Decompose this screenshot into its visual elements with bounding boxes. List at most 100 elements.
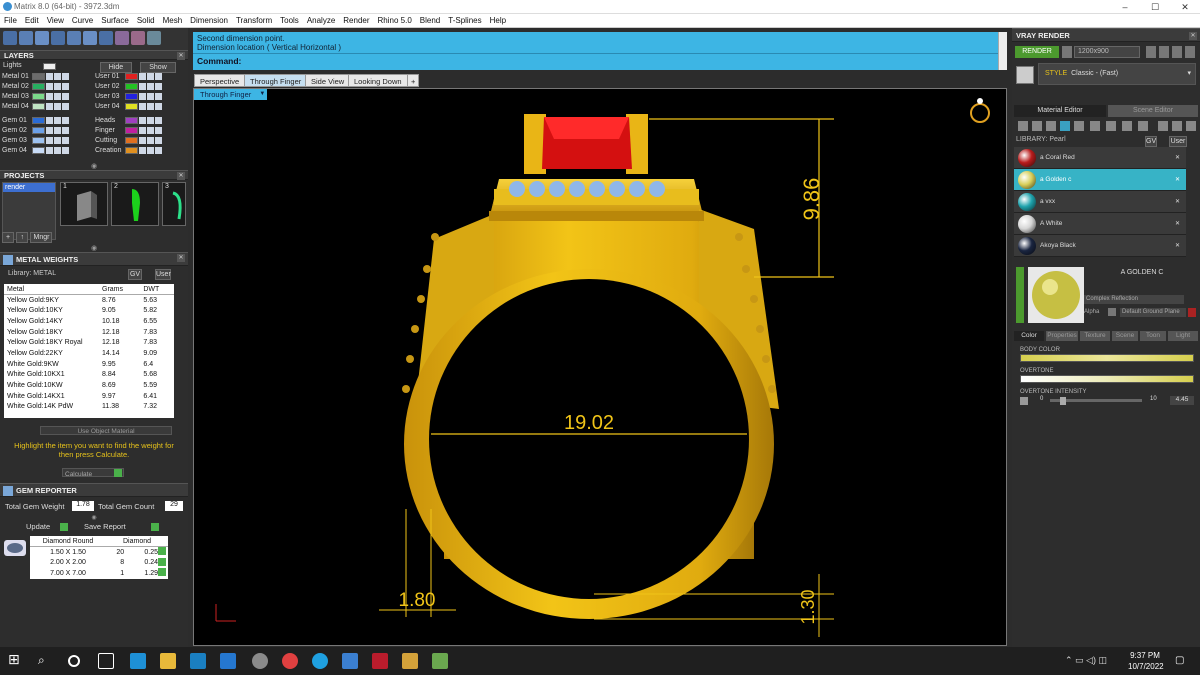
layer-row-user-03[interactable]: User 03 xyxy=(95,92,185,102)
visibility-icon[interactable] xyxy=(62,72,69,80)
layer-color-swatch[interactable] xyxy=(32,146,45,154)
layout-icon[interactable] xyxy=(1159,46,1169,58)
visibility-icon[interactable] xyxy=(155,92,162,100)
table-row[interactable]: White Gold:14K PdW 11.38 7.32 xyxy=(4,402,174,413)
table-row[interactable]: Yellow Gold:22KY 14.14 9.09 xyxy=(4,348,174,359)
lock-icon[interactable] xyxy=(46,102,53,110)
snap-tool-icon[interactable] xyxy=(19,31,33,45)
remove-material-icon[interactable]: ✕ xyxy=(1175,235,1180,257)
layer-row-metal-03[interactable]: Metal 03 xyxy=(2,92,92,102)
layer-color-swatch[interactable] xyxy=(125,82,138,90)
lock-icon[interactable] xyxy=(46,136,53,144)
close-icon[interactable]: ✕ xyxy=(177,172,185,180)
menu-help[interactable]: Help xyxy=(486,14,510,28)
checker-tool-icon[interactable] xyxy=(1106,121,1116,131)
complex-reflection-dropdown[interactable]: Complex Reflection xyxy=(1084,295,1184,304)
layer-color-swatch[interactable] xyxy=(125,136,138,144)
maximize-button[interactable]: ☐ xyxy=(1140,0,1170,14)
menu-rhino[interactable]: Rhino 5.0 xyxy=(374,14,416,28)
layer-row-metal-04[interactable]: Metal 04 xyxy=(2,102,92,112)
store-icon[interactable] xyxy=(190,653,206,669)
swatch-tool-icon[interactable] xyxy=(1138,121,1148,131)
tab-texture[interactable]: Texture xyxy=(1080,331,1110,341)
visibility-icon[interactable] xyxy=(155,82,162,90)
save-report-button[interactable]: Save Report xyxy=(84,522,126,531)
remove-material-icon[interactable]: ✕ xyxy=(1175,147,1180,169)
material-item[interactable]: a vxx ✕ xyxy=(1014,191,1186,213)
layer-row-gem-03[interactable]: Gem 03 xyxy=(2,136,92,146)
eye-icon[interactable] xyxy=(54,82,61,90)
tab-scene-editor[interactable]: Scene Editor xyxy=(1108,105,1198,117)
render-button[interactable]: RENDER xyxy=(1015,46,1059,58)
lock-icon[interactable] xyxy=(46,126,53,134)
project-thumb-1[interactable]: 1 xyxy=(60,182,108,226)
pearl-tool-icon[interactable] xyxy=(1046,121,1056,131)
notifications-icon[interactable]: ▢ xyxy=(1175,655,1184,666)
lock-icon[interactable] xyxy=(46,146,53,154)
eye-icon[interactable] xyxy=(147,116,154,124)
layer-row-metal-02[interactable]: Metal 02 xyxy=(2,82,92,92)
gem-tool-icon[interactable] xyxy=(1032,121,1042,131)
taskbar-date[interactable]: 10/7/2022 xyxy=(1128,662,1164,671)
visibility-icon[interactable] xyxy=(62,146,69,154)
visibility-icon[interactable] xyxy=(155,136,162,144)
close-icon[interactable]: ✕ xyxy=(177,52,185,60)
cortana-icon[interactable] xyxy=(68,655,80,667)
lights-swatch[interactable] xyxy=(43,63,56,70)
start-icon[interactable]: ⊞ xyxy=(8,651,24,667)
layer-row-user-02[interactable]: User 02 xyxy=(95,82,185,92)
update-button[interactable]: Update xyxy=(26,522,50,531)
close-button[interactable]: ✕ xyxy=(1170,0,1200,14)
layer-row-gem-01[interactable]: Gem 01 xyxy=(2,116,92,126)
gv-button[interactable]: GV xyxy=(1145,136,1157,147)
layer-color-swatch[interactable] xyxy=(32,126,45,134)
menu-mesh[interactable]: Mesh xyxy=(159,14,187,28)
user-button[interactable]: User xyxy=(1169,136,1187,147)
menu-surface[interactable]: Surface xyxy=(97,14,133,28)
remove-material-icon[interactable]: ✕ xyxy=(1175,213,1180,235)
preview-toggle-icon[interactable] xyxy=(1016,267,1024,323)
table-row[interactable]: Yellow Gold:18KY Royal 12.18 7.83 xyxy=(4,337,174,348)
layer-row-user-04[interactable]: User 04 xyxy=(95,102,185,112)
table-row[interactable]: White Gold:9KW 9.95 6.4 xyxy=(4,359,174,370)
menu-tools[interactable]: Tools xyxy=(276,14,303,28)
visibility-icon[interactable] xyxy=(155,146,162,154)
tab-add[interactable]: + xyxy=(407,74,420,87)
gem-row-go-icon[interactable] xyxy=(158,568,166,577)
lock-icon[interactable] xyxy=(139,136,146,144)
menu-dimension[interactable]: Dimension xyxy=(186,14,232,28)
tab-light[interactable]: Light xyxy=(1168,331,1198,341)
material-item[interactable]: A White ✕ xyxy=(1014,213,1186,235)
lock-icon[interactable] xyxy=(139,92,146,100)
ground-plane-dropdown[interactable]: Default Ground Plane xyxy=(1120,308,1186,317)
command-scrollbar[interactable] xyxy=(998,32,1007,70)
layer-color-swatch[interactable] xyxy=(32,136,45,144)
drop-tool-icon[interactable] xyxy=(1060,121,1070,131)
menu-curve[interactable]: Curve xyxy=(68,14,97,28)
visibility-icon[interactable] xyxy=(62,126,69,134)
lock-icon[interactable] xyxy=(139,102,146,110)
overtone-slider[interactable] xyxy=(1020,375,1194,383)
layer-color-swatch[interactable] xyxy=(32,116,45,124)
lock-icon[interactable] xyxy=(139,146,146,154)
app-icon[interactable] xyxy=(252,653,268,669)
layer-row-gem-02[interactable]: Gem 02 xyxy=(2,126,92,136)
visibility-icon[interactable] xyxy=(62,92,69,100)
eye-icon[interactable] xyxy=(54,102,61,110)
calculate-button[interactable]: Calculate xyxy=(62,468,124,478)
gv-button[interactable]: GV xyxy=(128,269,142,280)
close-icon[interactable]: ✕ xyxy=(1189,32,1197,40)
eye-icon[interactable] xyxy=(147,72,154,80)
eye-icon[interactable] xyxy=(54,126,61,134)
lock-icon[interactable] xyxy=(46,72,53,80)
material-item[interactable]: a Golden c ✕ xyxy=(1014,169,1186,191)
manager-button[interactable]: Mngr xyxy=(30,232,53,243)
table-row[interactable]: Yellow Gold:14KY 10.18 6.55 xyxy=(4,316,174,327)
resolution-field[interactable]: 1200x900 xyxy=(1074,46,1140,58)
visibility-icon[interactable] xyxy=(155,116,162,124)
use-object-material-button[interactable]: Use Object Material xyxy=(40,426,172,435)
remove-material-icon[interactable]: ✕ xyxy=(1175,191,1180,213)
visibility-icon[interactable] xyxy=(155,102,162,110)
pattern-tool-icon[interactable] xyxy=(1122,121,1132,131)
gem-table-row[interactable]: 1.50 X 1.50 20 0.25tw xyxy=(30,547,168,558)
